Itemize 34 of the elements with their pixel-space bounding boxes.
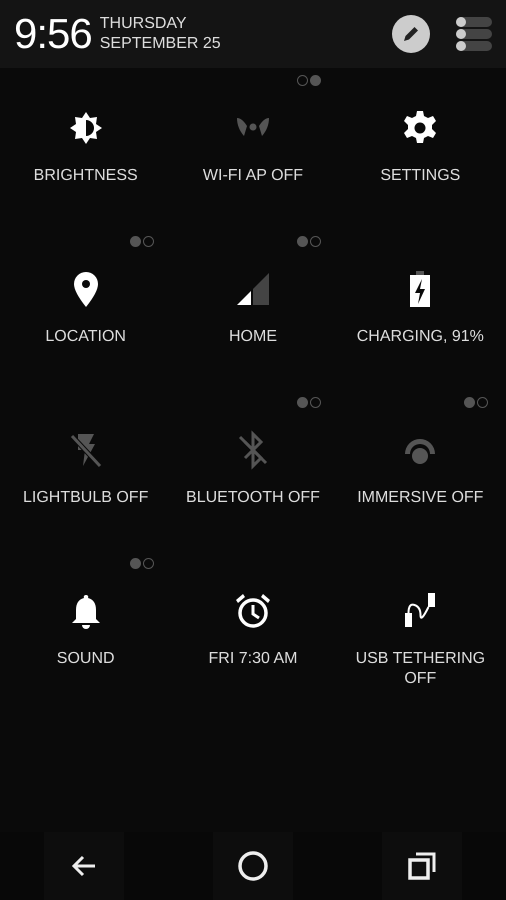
tile-label: FRI 7:30 AM: [208, 649, 298, 669]
quick-setting-tile[interactable]: SOUND: [2, 551, 170, 712]
tile-label: HOME: [228, 327, 277, 347]
quick-setting-tile[interactable]: FRI 7:30 AM: [169, 551, 337, 712]
quick-setting-tile[interactable]: LOCATION: [2, 229, 170, 390]
clock-time: 9:56: [14, 13, 92, 55]
tile-label: USB TETHERING OFF: [354, 649, 486, 689]
tile-label: SOUND: [56, 649, 115, 669]
tile-label: WI-FI AP OFF: [202, 166, 304, 186]
quick-setting-tile[interactable]: SETTINGS: [336, 68, 504, 229]
quick-setting-tile[interactable]: BLUETOOTH OFF: [169, 390, 337, 551]
quick-setting-tile[interactable]: HOME: [169, 229, 337, 390]
date-label: SEPTEMBER 25: [100, 34, 221, 54]
tile-label: BRIGHTNESS: [34, 166, 138, 186]
quick-setting-tile[interactable]: LIGHTBULB OFF: [2, 390, 170, 551]
day-label: THURSDAY: [100, 14, 188, 34]
home-button[interactable]: [212, 832, 293, 900]
quick-setting-tile[interactable]: USB TETHERING OFF: [336, 551, 504, 712]
tile-label: LOCATION: [45, 327, 126, 347]
quick-setting-tile[interactable]: IMMERSIVE OFF: [336, 390, 504, 551]
tile-label: SETTINGS: [380, 166, 460, 186]
quick-setting-tile[interactable]: BRIGHTNESS: [2, 68, 170, 229]
tile-label: LIGHTBULB OFF: [22, 488, 148, 508]
tile-label: IMMERSIVE OFF: [357, 488, 484, 508]
list-icon[interactable]: [454, 15, 492, 53]
tile-label: CHARGING, 91%: [356, 327, 484, 347]
recent-apps-button[interactable]: [382, 832, 462, 900]
back-button[interactable]: [44, 832, 124, 900]
tile-label: BLUETOOTH OFF: [186, 488, 320, 508]
edit-icon[interactable]: [392, 15, 430, 53]
overlapping-squares-icon: [406, 850, 438, 882]
circle-icon: [236, 850, 269, 882]
quick-setting-tile[interactable]: WI-FI AP OFF: [169, 68, 337, 229]
quick-setting-tile[interactable]: CHARGING, 91%: [336, 229, 504, 390]
